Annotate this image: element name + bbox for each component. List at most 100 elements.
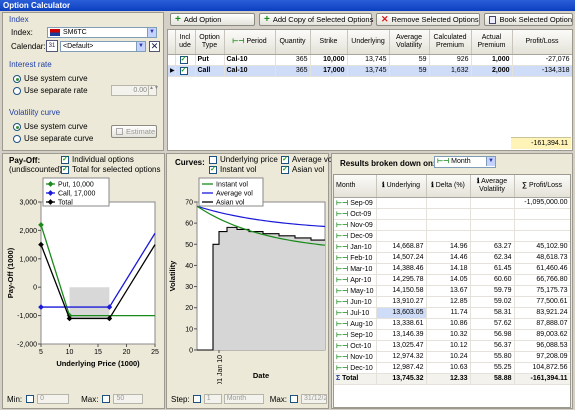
col-header[interactable]: Actual Premium [471, 30, 513, 55]
avg-vol-cell [470, 197, 515, 209]
month-cell: ⊢⊣ Mar-10 [334, 263, 377, 275]
col-header[interactable]: Quantity [275, 30, 311, 55]
table-row[interactable]: ⊢⊣ Jan-10 14,668.87 14.96 63.27 45,102.90 [334, 241, 570, 253]
table-row[interactable]: ⊢⊣ Oct-09 [334, 208, 570, 220]
table-row[interactable]: ✓ Put Cal-10 365 10,000 13,745 59 926 1,… [168, 54, 572, 66]
index-label: Index: [11, 28, 33, 37]
avg-vol-option[interactable]: ✓ Average vol [281, 155, 334, 164]
col-header[interactable]: ℹ Underlying [376, 175, 427, 198]
table-row[interactable]: ▶ ✓ Call Cal-10 365 17,000 13,745 59 1,6… [168, 65, 572, 77]
table-row[interactable]: ⊢⊣ Feb-10 14,507.24 14.46 62.34 48,618.73 [334, 252, 570, 264]
col-header[interactable]: Incl ude [175, 30, 196, 55]
actual-premium[interactable]: 2,000 [471, 65, 513, 77]
table-row[interactable]: ⊢⊣ Sep-09 -1,095,000.00 [334, 197, 570, 209]
col-header[interactable]: ∑ Profit/Loss [514, 175, 570, 198]
month-cell: ⊢⊣ Nov-09 [334, 219, 377, 231]
option-type[interactable]: Put [195, 54, 225, 66]
radio-button[interactable] [13, 122, 21, 131]
col-header[interactable]: Profit/Loss [512, 30, 572, 55]
interest-system-option[interactable]: Use system curve [13, 74, 88, 83]
instant-vol-option[interactable]: ✓ Instant vol [209, 165, 256, 174]
max-input[interactable]: 50 [113, 394, 144, 404]
table-row[interactable]: ⊢⊣ Dec-09 [334, 230, 570, 242]
y-tick-label: 50 [185, 242, 193, 249]
underlying-checkbox[interactable] [209, 155, 217, 164]
index-select[interactable]: SM6TC ▼ [47, 27, 157, 38]
month-cell: ⊢⊣ Nov-10 [334, 351, 377, 363]
step-checkbox[interactable] [192, 395, 201, 403]
max-checkbox[interactable] [102, 395, 111, 403]
month-cell: ⊢⊣ Feb-10 [334, 252, 377, 264]
individual-checkbox[interactable]: ✓ [61, 155, 69, 164]
period[interactable]: Cal-10 [224, 54, 276, 66]
strike[interactable]: 17,000 [310, 65, 348, 77]
step-unit-select[interactable]: Month [223, 394, 264, 404]
instant-checkbox[interactable]: ✓ [209, 165, 217, 174]
table-row[interactable]: ⊢⊣ Apr-10 14,295.78 14.05 60.60 66,766.80 [334, 274, 570, 286]
book-option-button[interactable]: Book Selected Option [484, 13, 573, 26]
table-row[interactable]: ⊢⊣ Nov-09 [334, 219, 570, 231]
option-type[interactable]: Call [195, 65, 225, 77]
vol-separate-option[interactable]: Use separate curve [13, 134, 93, 143]
col-header[interactable]: Average Volatility [389, 30, 430, 55]
legend-label: Instant vol [216, 182, 248, 189]
asian-vol-option[interactable]: ✓ Asian vol [281, 165, 324, 174]
table-row[interactable]: ⊢⊣ Mar-10 14,388.46 14.18 61.45 61,460.46 [334, 263, 570, 275]
table-row[interactable]: ⊢⊣ May-10 14,150.58 13.67 59.79 75,175.73 [334, 285, 570, 297]
strike[interactable]: 10,000 [310, 54, 348, 66]
estimate-button[interactable]: Estimate [111, 125, 157, 138]
col-header[interactable]: ⊢⊣ Period [224, 30, 276, 55]
radio-button[interactable] [13, 134, 21, 143]
quantity[interactable]: 365 [275, 65, 311, 77]
radio-button[interactable] [13, 86, 21, 95]
min-input[interactable]: 0 [37, 394, 70, 404]
underlying-cell [376, 230, 427, 242]
calendar-select[interactable]: <Default> ▼ [60, 41, 146, 52]
interest-separate-option[interactable]: Use separate rate [13, 86, 88, 95]
add-option-button[interactable]: + Add Option [170, 13, 255, 26]
radio-button[interactable] [13, 74, 21, 83]
curves-max-input[interactable]: 31/12/2 [301, 394, 328, 404]
total-options-option[interactable]: ✓ Total for selected options [61, 165, 161, 174]
total-checkbox[interactable]: ✓ [61, 165, 69, 174]
table-row[interactable]: ⊢⊣ Jun-10 13,910.27 12.85 59.02 77,500.61 [334, 296, 570, 308]
include-checkbox[interactable]: ✓ [179, 55, 188, 64]
underlying: 13,745 [347, 54, 390, 66]
sum-icon: ∑ [521, 181, 527, 189]
table-row[interactable]: ⊢⊣ Jul-10 13,603.05 11.74 58.31 83,921.24 [334, 307, 570, 319]
remove-options-button[interactable]: ✕ Remove Selected Options [376, 13, 480, 26]
avg-checkbox[interactable]: ✓ [281, 155, 289, 164]
calendar-icon[interactable]: 31 [46, 40, 58, 52]
include-checkbox[interactable]: ✓ [179, 66, 188, 75]
profit-loss: -27,076 [512, 54, 572, 66]
period[interactable]: Cal-10 [224, 65, 276, 77]
add-copy-button[interactable]: + Add Copy of Selected Options [259, 13, 373, 26]
col-header[interactable]: Strike [310, 30, 348, 55]
clear-calendar-button[interactable]: ✕ [149, 41, 160, 52]
underlying-price-option[interactable]: Underlying price [209, 155, 278, 164]
col-header[interactable]: Option Type [195, 30, 225, 55]
curves-title: Curves: [175, 158, 205, 167]
table-row[interactable]: ⊢⊣ Dec-10 12,987.42 10.63 55.25 104,872.56 [334, 362, 570, 374]
step-input[interactable]: 1 [203, 394, 222, 404]
table-row[interactable]: ⊢⊣ Sep-10 13,146.39 10.32 56.98 89,003.62 [334, 329, 570, 341]
vol-system-option[interactable]: Use system curve [13, 122, 88, 131]
table-row[interactable]: ⊢⊣ Oct-10 13,025.47 10.12 56.37 96,088.53 [334, 340, 570, 352]
col-header[interactable]: ℹ Average Volatility [470, 175, 515, 198]
col-header[interactable]: Month [334, 175, 377, 198]
actual-premium[interactable]: 1,000 [471, 54, 513, 66]
min-checkbox[interactable] [26, 395, 35, 403]
spinner-icon[interactable]: ▲▼ [148, 86, 159, 95]
curves-max-checkbox[interactable] [290, 395, 299, 403]
table-row[interactable]: ⊢⊣ Aug-10 13,338.61 10.86 57.62 87,888.07 [334, 318, 570, 330]
quantity[interactable]: 365 [275, 54, 311, 66]
table-row[interactable]: ⊢⊣ Nov-10 12,974.32 10.24 55.80 97,208.09 [334, 351, 570, 363]
col-header[interactable]: ℹ Delta (%) [426, 175, 471, 198]
col-header[interactable]: Underlying [347, 30, 390, 55]
rate-input[interactable]: 0.00 ▲▼ [111, 85, 159, 96]
curves-panel: Curves: Underlying price ✓ Instant vol ✓ A… [166, 153, 334, 409]
individual-options-option[interactable]: ✓ Individual options [61, 155, 134, 164]
breakdown-select[interactable]: ⊢⊣ Month ▼ [434, 156, 496, 168]
asian-checkbox[interactable]: ✓ [281, 165, 289, 174]
col-header[interactable]: Calculated Premium [429, 30, 472, 55]
